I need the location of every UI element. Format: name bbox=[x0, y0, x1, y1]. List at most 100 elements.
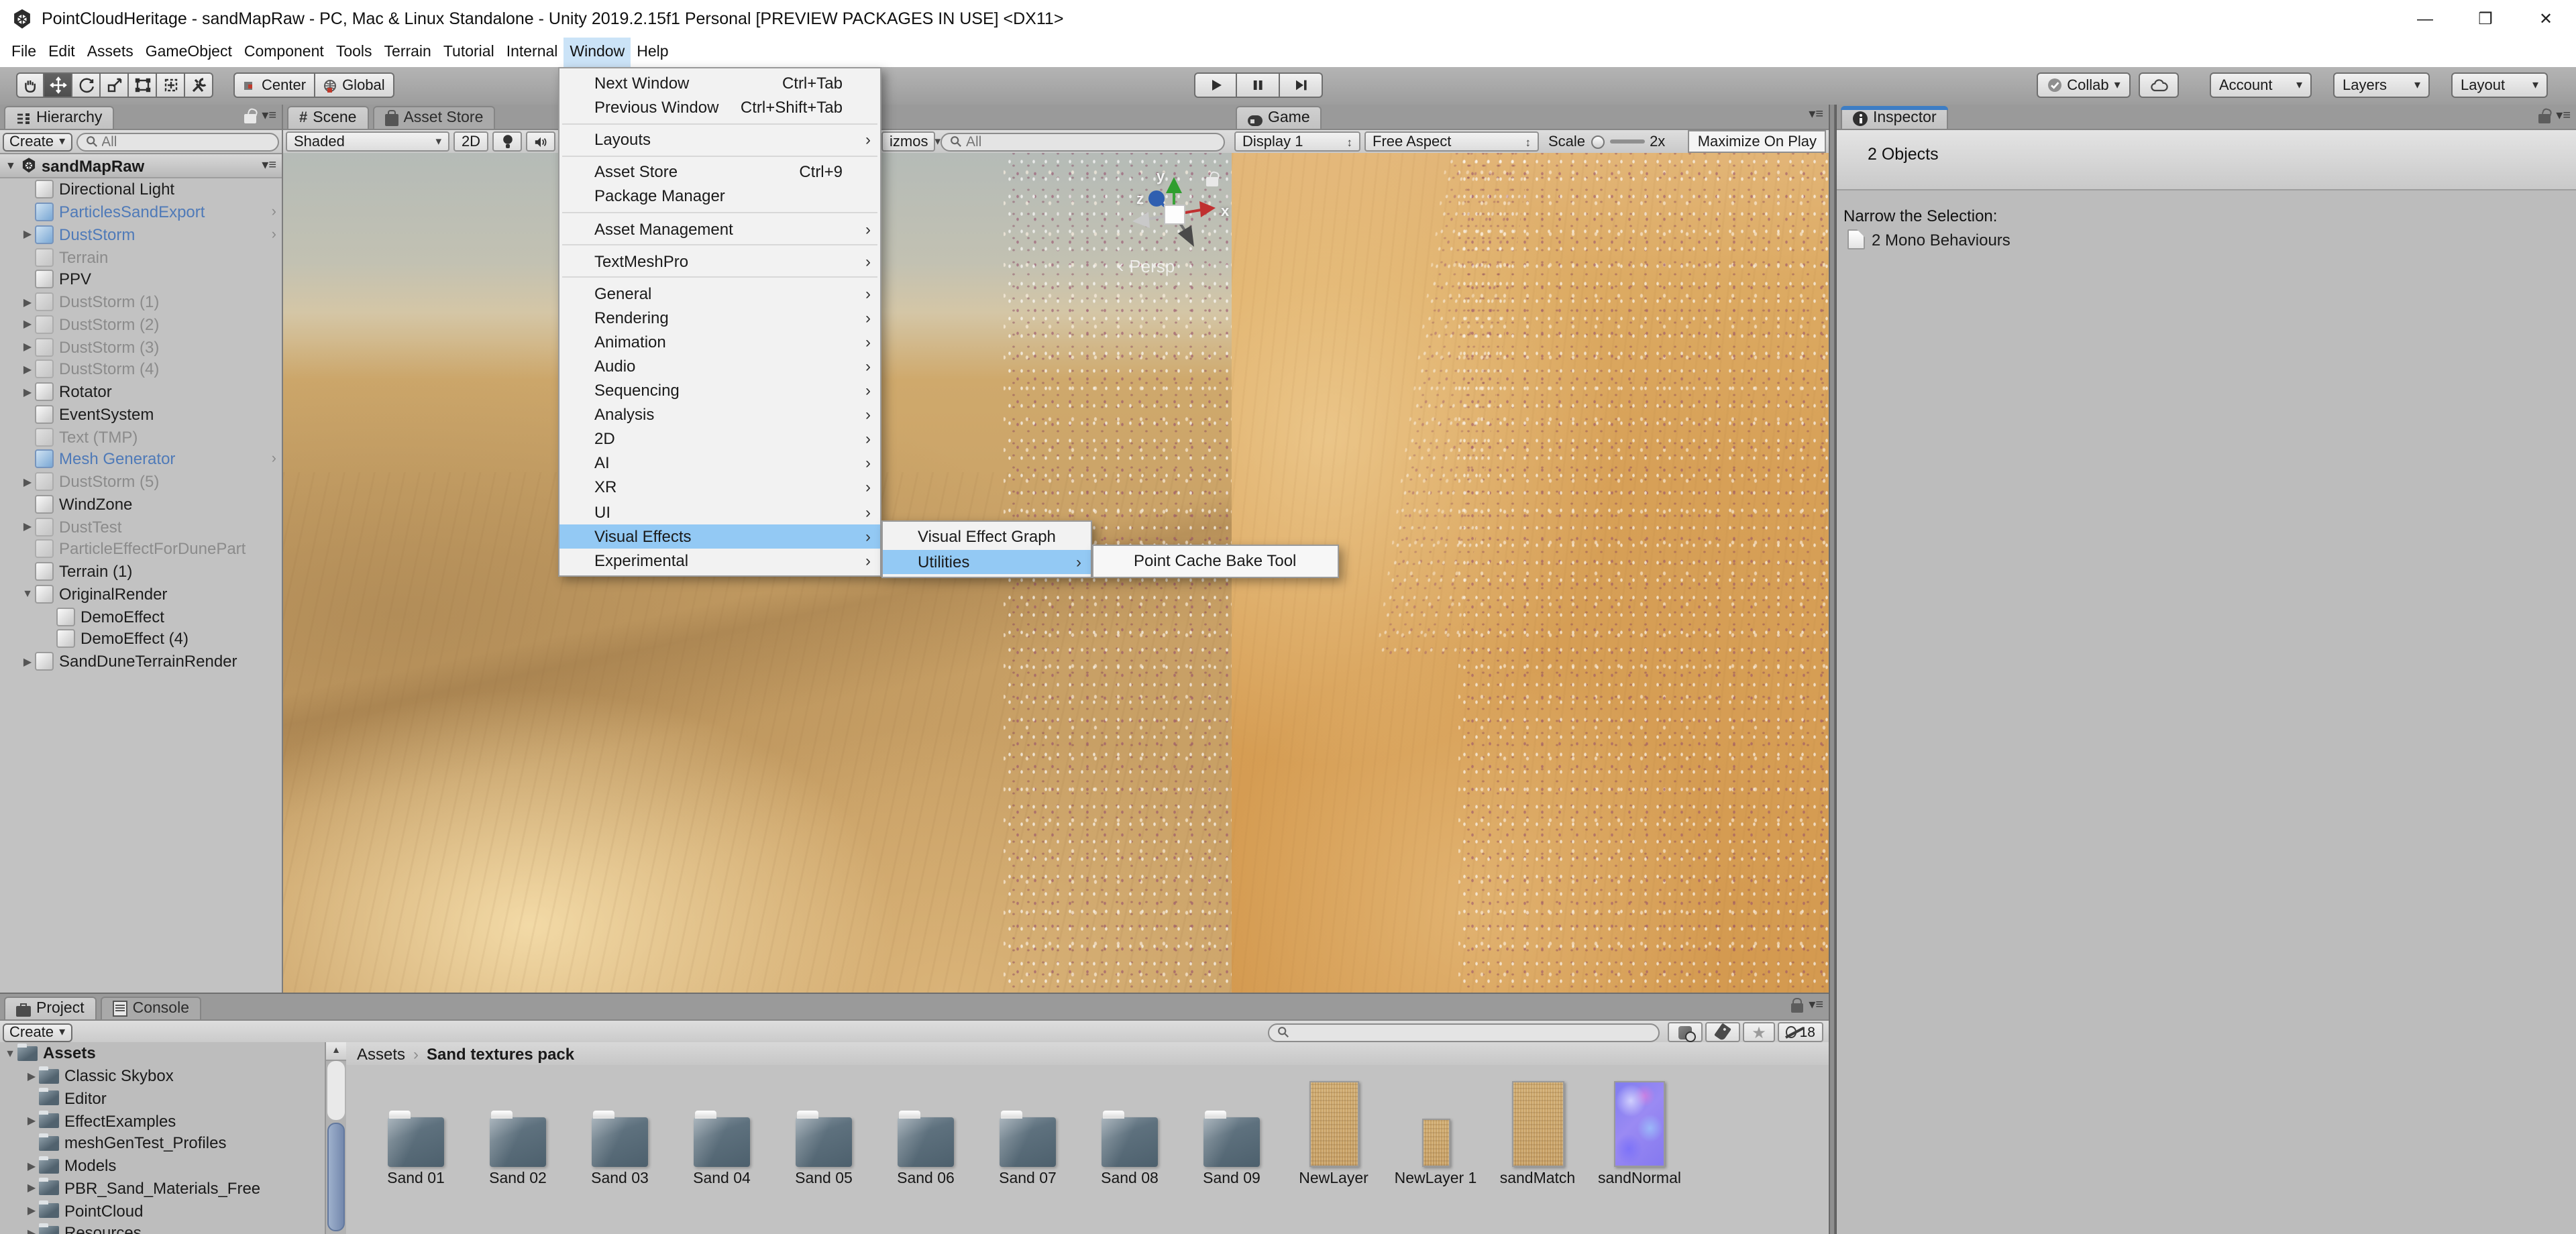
lock-icon[interactable] bbox=[2538, 114, 2551, 123]
pause-button[interactable] bbox=[1237, 72, 1280, 98]
expander-expanded-icon[interactable]: ▼ bbox=[20, 588, 35, 600]
window-menu-item-experimental[interactable]: Experimental› bbox=[559, 548, 880, 572]
expander-collapsed-icon[interactable]: ▶ bbox=[24, 1070, 39, 1082]
asset-item[interactable]: Sand 08 bbox=[1079, 1065, 1181, 1187]
hierarchy-item[interactable]: ▶DustStorm (5) bbox=[0, 471, 282, 494]
window-menu-item-sequencing[interactable]: Sequencing› bbox=[559, 378, 880, 402]
hierarchy-item[interactable]: ▶DustStorm (3) bbox=[0, 336, 282, 359]
hierarchy-item[interactable]: PPV bbox=[0, 268, 282, 291]
breadcrumb-current[interactable]: Sand textures pack bbox=[427, 1044, 574, 1063]
asset-item[interactable]: Sand 04 bbox=[671, 1065, 773, 1187]
window-menu-item-rendering[interactable]: Rendering› bbox=[559, 306, 880, 330]
project-tree-item[interactable]: ▶EffectExamples bbox=[0, 1110, 325, 1133]
window-menu-item-ai[interactable]: AI› bbox=[559, 451, 880, 475]
tree-scrollbar[interactable]: ▲ bbox=[325, 1042, 347, 1234]
tab-project[interactable]: Project bbox=[4, 997, 97, 1019]
scrollbar-track[interactable] bbox=[327, 1061, 345, 1120]
project-tree-item[interactable]: Editor bbox=[0, 1087, 325, 1110]
expander-expanded-icon[interactable]: ▼ bbox=[5, 160, 16, 171]
scale-tool-button[interactable] bbox=[101, 72, 129, 98]
menubar-item-help[interactable]: Help bbox=[631, 38, 674, 67]
menubar-item-terrain[interactable]: Terrain bbox=[378, 38, 437, 67]
hierarchy-item[interactable]: ParticleEffectForDunePart bbox=[0, 538, 282, 561]
menubar-item-tools[interactable]: Tools bbox=[330, 38, 378, 67]
scene-search-input[interactable] bbox=[966, 133, 1216, 150]
asset-item[interactable]: Sand 05 bbox=[773, 1065, 875, 1187]
move-tool-button[interactable] bbox=[44, 72, 72, 98]
expander-collapsed-icon[interactable]: ▶ bbox=[24, 1204, 39, 1217]
expander-collapsed-icon[interactable]: ▶ bbox=[20, 655, 35, 667]
prefab-chevron-icon[interactable]: › bbox=[272, 451, 276, 467]
rect-tool-button[interactable] bbox=[129, 72, 157, 98]
hierarchy-create-button[interactable]: Create ▾ bbox=[3, 132, 72, 151]
asset-item[interactable]: Sand 01 bbox=[365, 1065, 467, 1187]
persp-mode-label[interactable]: ‹ Persp bbox=[1118, 255, 1175, 276]
hierarchy-item[interactable]: Text (TMP) bbox=[0, 426, 282, 449]
mono-behaviours-item[interactable]: 2 Mono Behaviours bbox=[1847, 229, 2010, 249]
hierarchy-item[interactable]: Mesh Generator› bbox=[0, 448, 282, 471]
expander-collapsed-icon[interactable]: ▶ bbox=[20, 319, 35, 331]
search-by-label-button[interactable] bbox=[1705, 1022, 1740, 1042]
step-button[interactable] bbox=[1280, 72, 1323, 98]
window-menu-item-asset-store[interactable]: Asset StoreCtrl+9 bbox=[559, 160, 880, 184]
hierarchy-item[interactable]: WindZone bbox=[0, 493, 282, 516]
scene-audio-button[interactable] bbox=[526, 131, 555, 152]
layers-dropdown[interactable]: Layers ▾ bbox=[2333, 72, 2430, 98]
expander-collapsed-icon[interactable]: ▶ bbox=[24, 1160, 39, 1172]
display-dropdown[interactable]: Display 1 ↕ bbox=[1234, 131, 1360, 152]
account-dropdown[interactable]: Account ▾ bbox=[2210, 72, 2312, 98]
asset-item[interactable]: NewLayer bbox=[1283, 1065, 1385, 1187]
expander-collapsed-icon[interactable]: ▶ bbox=[20, 475, 35, 488]
prefab-chevron-icon[interactable]: › bbox=[272, 227, 276, 243]
maximize-on-play-button[interactable]: Maximize On Play bbox=[1688, 130, 1826, 153]
project-tree-item[interactable]: ▶PointCloud bbox=[0, 1200, 325, 1223]
pane-menu-icon[interactable]: ▾≡ bbox=[2556, 109, 2571, 123]
window-menu-item-package-manager[interactable]: Package Manager bbox=[559, 184, 880, 209]
aspect-dropdown[interactable]: Free Aspect ↕ bbox=[1364, 131, 1539, 152]
asset-item[interactable]: Sand 06 bbox=[875, 1065, 977, 1187]
expander-collapsed-icon[interactable]: ▶ bbox=[20, 520, 35, 532]
expander-expanded-icon[interactable]: ▼ bbox=[3, 1048, 17, 1060]
window-menu-item-visual-effects[interactable]: Visual Effects› bbox=[559, 524, 880, 548]
expander-collapsed-icon[interactable]: ▶ bbox=[20, 229, 35, 241]
window-menu-item-audio[interactable]: Audio› bbox=[559, 354, 880, 378]
window-menu-item-general[interactable]: General› bbox=[559, 281, 880, 305]
window-menu-item-textmeshpro[interactable]: TextMeshPro› bbox=[559, 249, 880, 273]
pivot-center-button[interactable]: Center bbox=[233, 72, 315, 98]
tab-hierarchy[interactable]: Hierarchy bbox=[4, 106, 114, 129]
window-menu-item-next-window[interactable]: Next WindowCtrl+Tab bbox=[559, 71, 880, 95]
scroll-up-button[interactable]: ▲ bbox=[326, 1042, 346, 1061]
asset-item[interactable]: sandMatch bbox=[1487, 1065, 1589, 1187]
hierarchy-item[interactable]: ParticlesSandExport› bbox=[0, 201, 282, 224]
toggle-2d-button[interactable]: 2D bbox=[453, 131, 488, 152]
prefab-chevron-icon[interactable]: › bbox=[272, 204, 276, 220]
search-by-type-button[interactable] bbox=[1668, 1022, 1703, 1042]
menubar-item-tutorial[interactable]: Tutorial bbox=[437, 38, 500, 67]
custom-tool-button[interactable] bbox=[185, 72, 213, 98]
tab-console[interactable]: Console bbox=[101, 997, 201, 1019]
scale-slider-knob[interactable] bbox=[1591, 135, 1604, 148]
tab-inspector[interactable]: Inspector bbox=[1841, 106, 1949, 129]
expander-collapsed-icon[interactable]: ▶ bbox=[24, 1115, 39, 1127]
asset-item[interactable]: Sand 07 bbox=[977, 1065, 1079, 1187]
scene-search[interactable] bbox=[941, 132, 1225, 151]
cloud-button[interactable] bbox=[2139, 72, 2179, 98]
project-create-button[interactable]: Create ▾ bbox=[3, 1023, 72, 1042]
project-tree-item[interactable]: ▼Assets bbox=[0, 1042, 325, 1065]
play-button[interactable] bbox=[1194, 72, 1237, 98]
project-tree-item[interactable]: ▶Classic Skybox bbox=[0, 1065, 325, 1088]
window-menu-item-previous-window[interactable]: Previous WindowCtrl+Shift+Tab bbox=[559, 95, 880, 119]
hierarchy-item[interactable]: Terrain bbox=[0, 246, 282, 269]
layout-dropdown[interactable]: Layout ▾ bbox=[2451, 72, 2548, 98]
maximize-button[interactable]: ❒ bbox=[2455, 0, 2516, 38]
pane-menu-icon[interactable]: ▾≡ bbox=[1809, 109, 1823, 122]
menubar-item-gameobject[interactable]: GameObject bbox=[140, 38, 238, 67]
gizmos-dropdown[interactable]: izmos ▾ bbox=[881, 131, 935, 152]
asset-item[interactable]: Sand 02 bbox=[467, 1065, 569, 1187]
hierarchy-item[interactable]: DemoEffect bbox=[0, 606, 282, 628]
hierarchy-item[interactable]: DemoEffect (4) bbox=[0, 628, 282, 651]
minimize-button[interactable]: — bbox=[2395, 0, 2455, 38]
window-menu-item-analysis[interactable]: Analysis› bbox=[559, 402, 880, 427]
tab-asset-store[interactable]: Asset Store bbox=[372, 106, 495, 129]
scale-slider-track[interactable] bbox=[1609, 139, 1644, 144]
